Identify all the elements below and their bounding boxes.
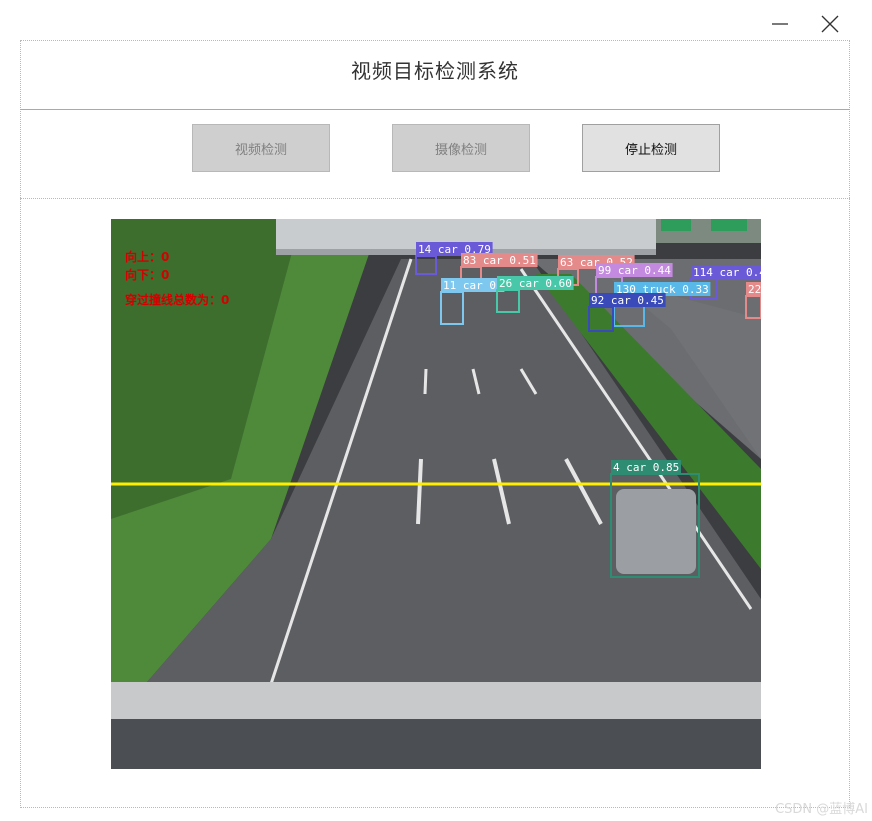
detection-label: 83 car 0.51 <box>463 254 536 267</box>
title-divider <box>20 109 850 110</box>
video-frame: 向上：0 向下：0 穿过撞线总数为：0 14 car 0.7983 car 0.… <box>111 219 761 769</box>
minimize-icon <box>772 23 788 25</box>
video-display: 向上：0 向下：0 穿过撞线总数为：0 14 car 0.79 83 car 0.… <box>111 219 761 769</box>
minimize-button[interactable] <box>766 10 794 38</box>
down-count: 向下：0 <box>125 267 169 282</box>
detection-label: 99 car 0.44 <box>598 264 671 277</box>
crossing-total: 穿过撞线总数为：0 <box>125 292 229 307</box>
detection-label: 11 car 0. <box>443 279 503 292</box>
stop-detect-button[interactable]: 停止检测 <box>582 124 720 172</box>
detection-label: 114 car 0.41 <box>693 266 761 279</box>
watermark: CSDN @蓝博AI <box>775 802 868 817</box>
detection-label: 22 <box>748 283 761 296</box>
camera-detect-button[interactable]: 摄像检测 <box>392 124 530 172</box>
close-icon <box>821 15 839 33</box>
up-count: 向上：0 <box>125 249 169 264</box>
detection-label: 4 car 0.85 <box>613 461 679 474</box>
toolbar-divider <box>20 198 850 199</box>
close-button[interactable] <box>816 10 844 38</box>
window-title: 视频目标检测系统 <box>351 59 519 83</box>
detection-label: 26 car 0.60 <box>499 277 572 290</box>
detection-label: 92 car 0.45 <box>591 294 664 307</box>
video-detect-button[interactable]: 视频检测 <box>192 124 330 172</box>
